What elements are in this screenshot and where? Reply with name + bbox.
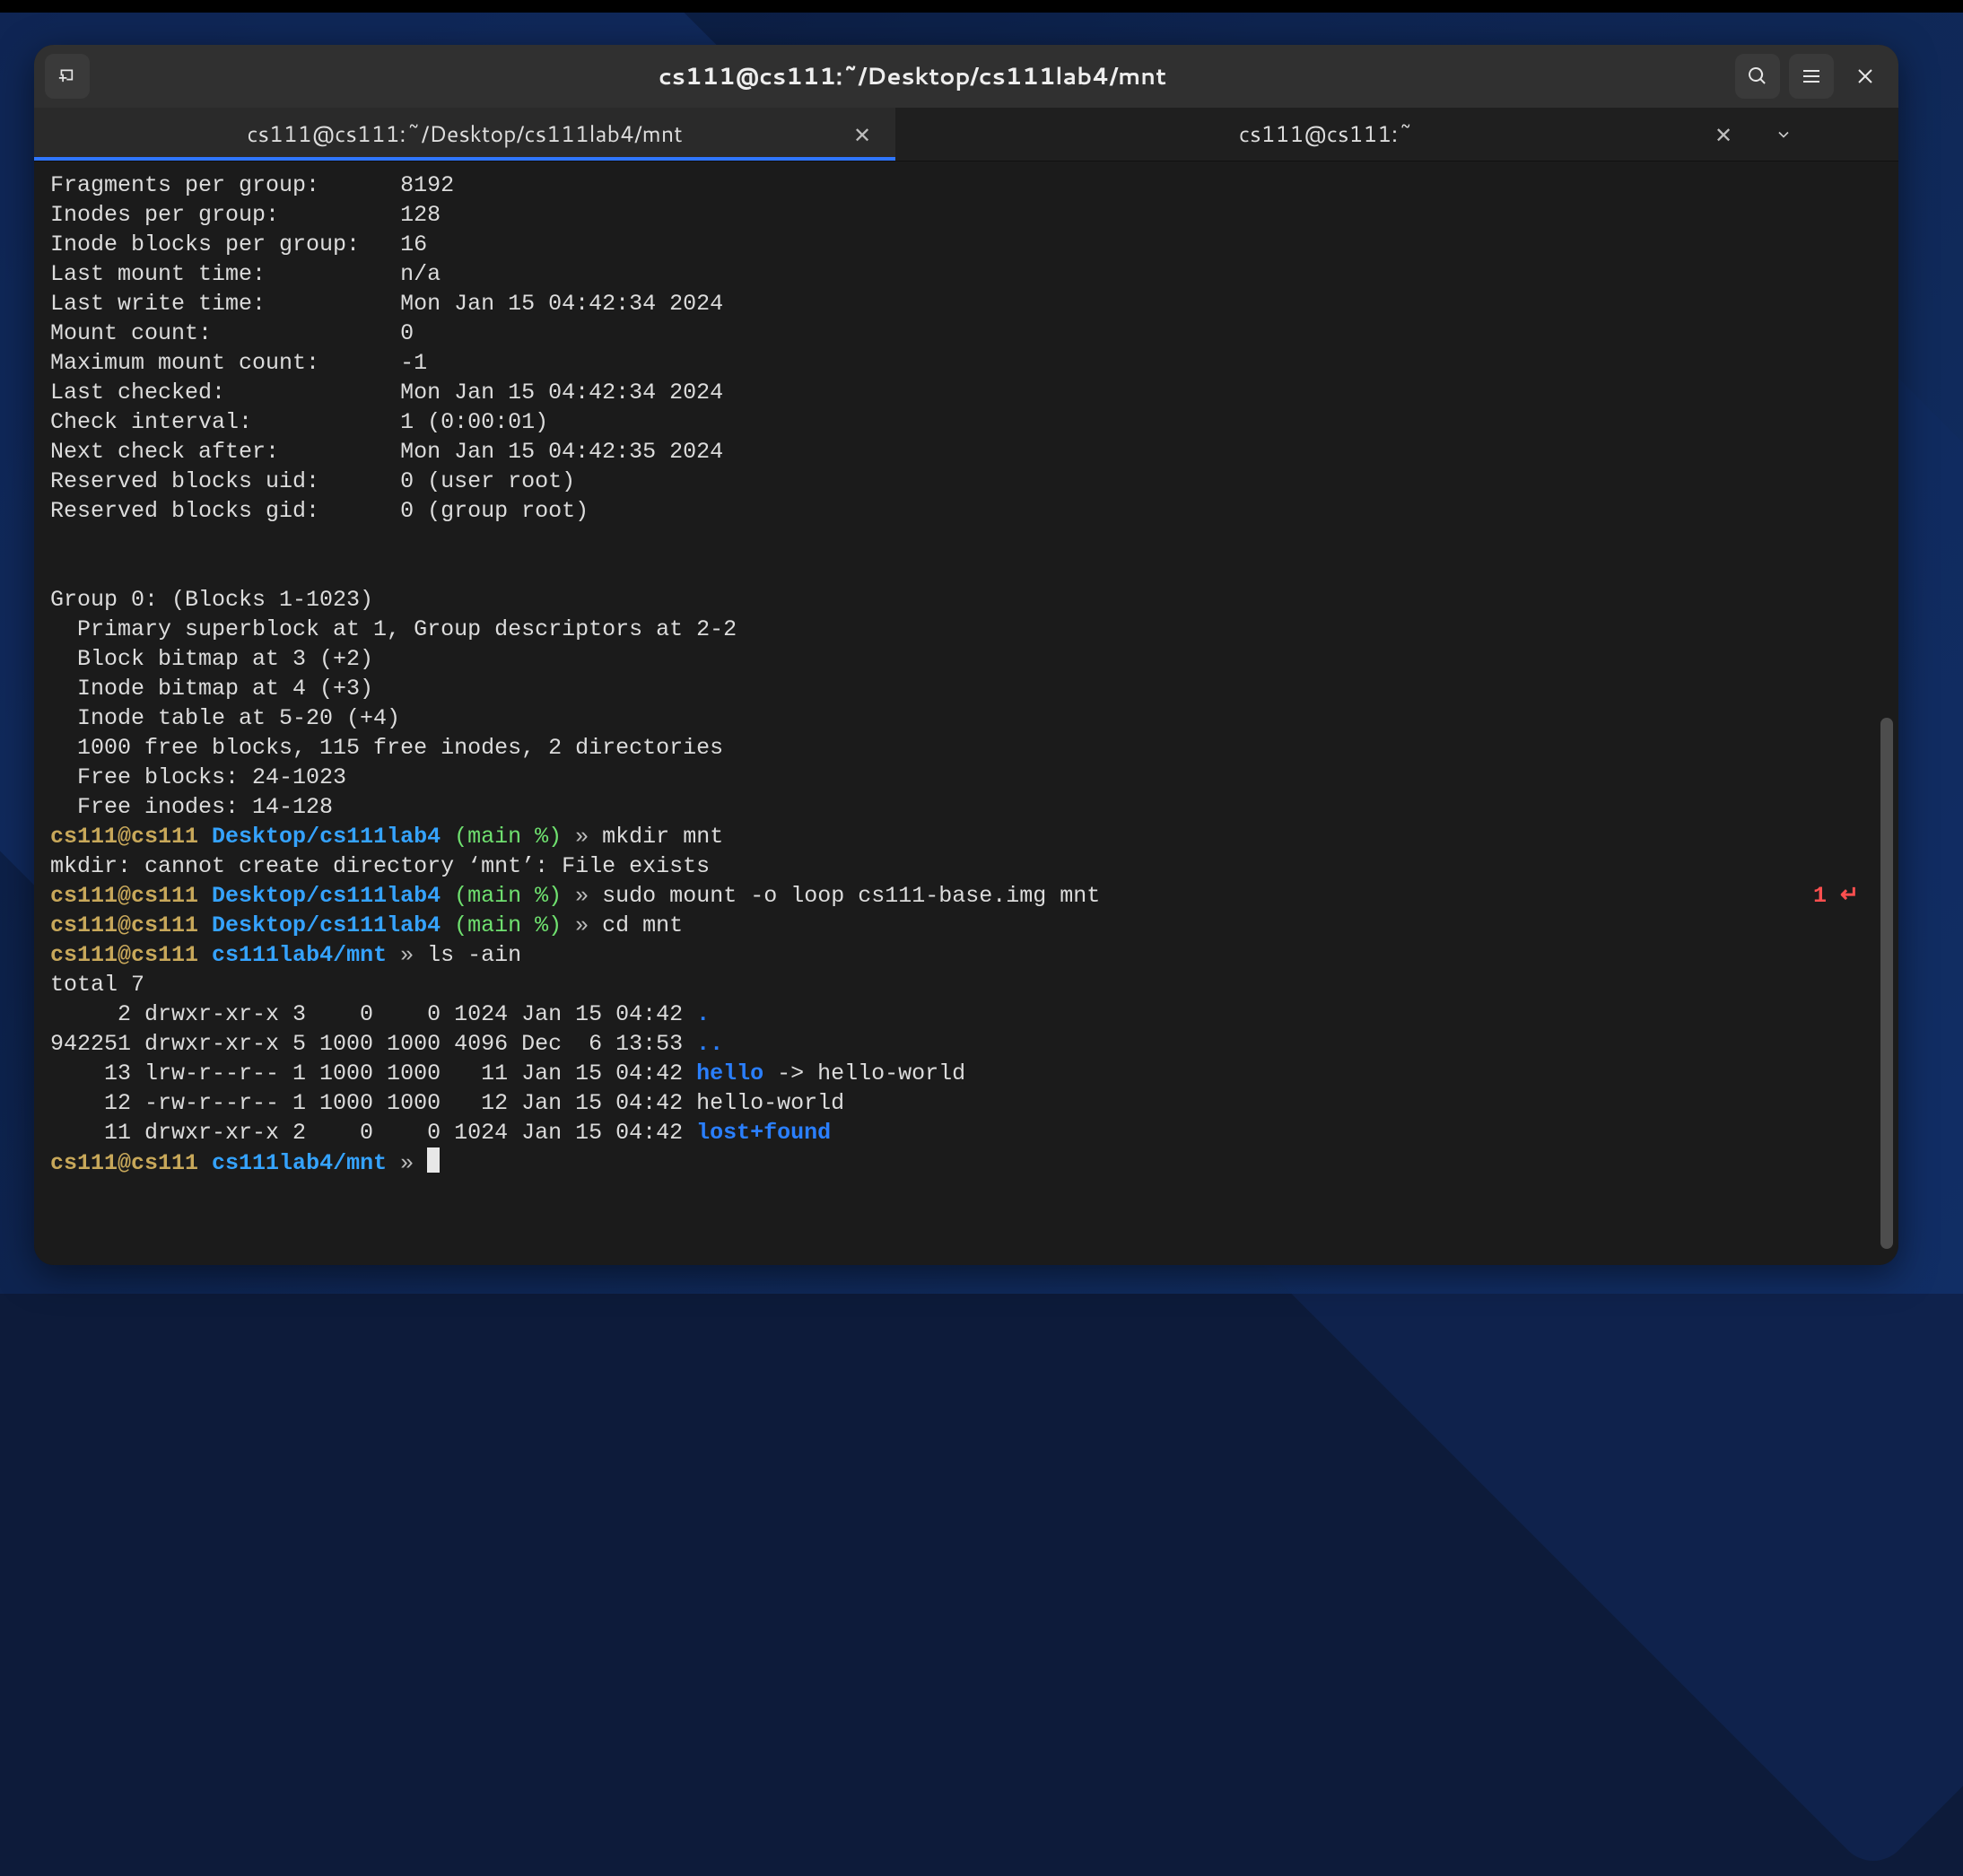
top-panel	[0, 0, 1963, 13]
window-title: cs111@cs111:~/Desktop/cs111lab4/mnt	[99, 60, 1726, 92]
scrollbar-thumb[interactable]	[1880, 718, 1893, 1249]
close-icon	[1854, 65, 1876, 87]
tab-label: cs111@cs111:~	[1239, 118, 1413, 150]
terminal-output: Fragments per group: 8192 Inodes per gro…	[50, 170, 1882, 1178]
search-icon	[1747, 65, 1768, 87]
tab-label: cs111@cs111:~/Desktop/cs111lab4/mnt	[247, 118, 682, 150]
terminal-viewport[interactable]: Fragments per group: 8192 Inodes per gro…	[34, 161, 1898, 1265]
terminal-window: cs111@cs111:~/Desktop/cs111lab4/mnt cs11…	[34, 45, 1898, 1265]
hamburger-menu-button[interactable]	[1789, 54, 1834, 99]
new-tab-button[interactable]	[45, 54, 90, 99]
tab-dropdown-button[interactable]	[1757, 108, 1810, 161]
tab-1[interactable]: cs111@cs111:~/Desktop/cs111lab4/mnt ✕	[34, 108, 895, 161]
tab-2[interactable]: cs111@cs111:~ ✕	[895, 108, 1757, 161]
close-window-button[interactable]	[1843, 54, 1888, 99]
tab-strip: cs111@cs111:~/Desktop/cs111lab4/mnt ✕ cs…	[34, 108, 1898, 161]
new-tab-icon	[57, 65, 78, 87]
tab-close-button[interactable]: ✕	[1710, 121, 1737, 148]
search-button[interactable]	[1735, 54, 1780, 99]
titlebar: cs111@cs111:~/Desktop/cs111lab4/mnt	[34, 45, 1898, 108]
scrollbar[interactable]	[1880, 718, 1893, 1249]
hamburger-icon	[1801, 65, 1822, 87]
chevron-down-icon	[1775, 126, 1793, 144]
tab-close-button[interactable]: ✕	[849, 121, 876, 148]
